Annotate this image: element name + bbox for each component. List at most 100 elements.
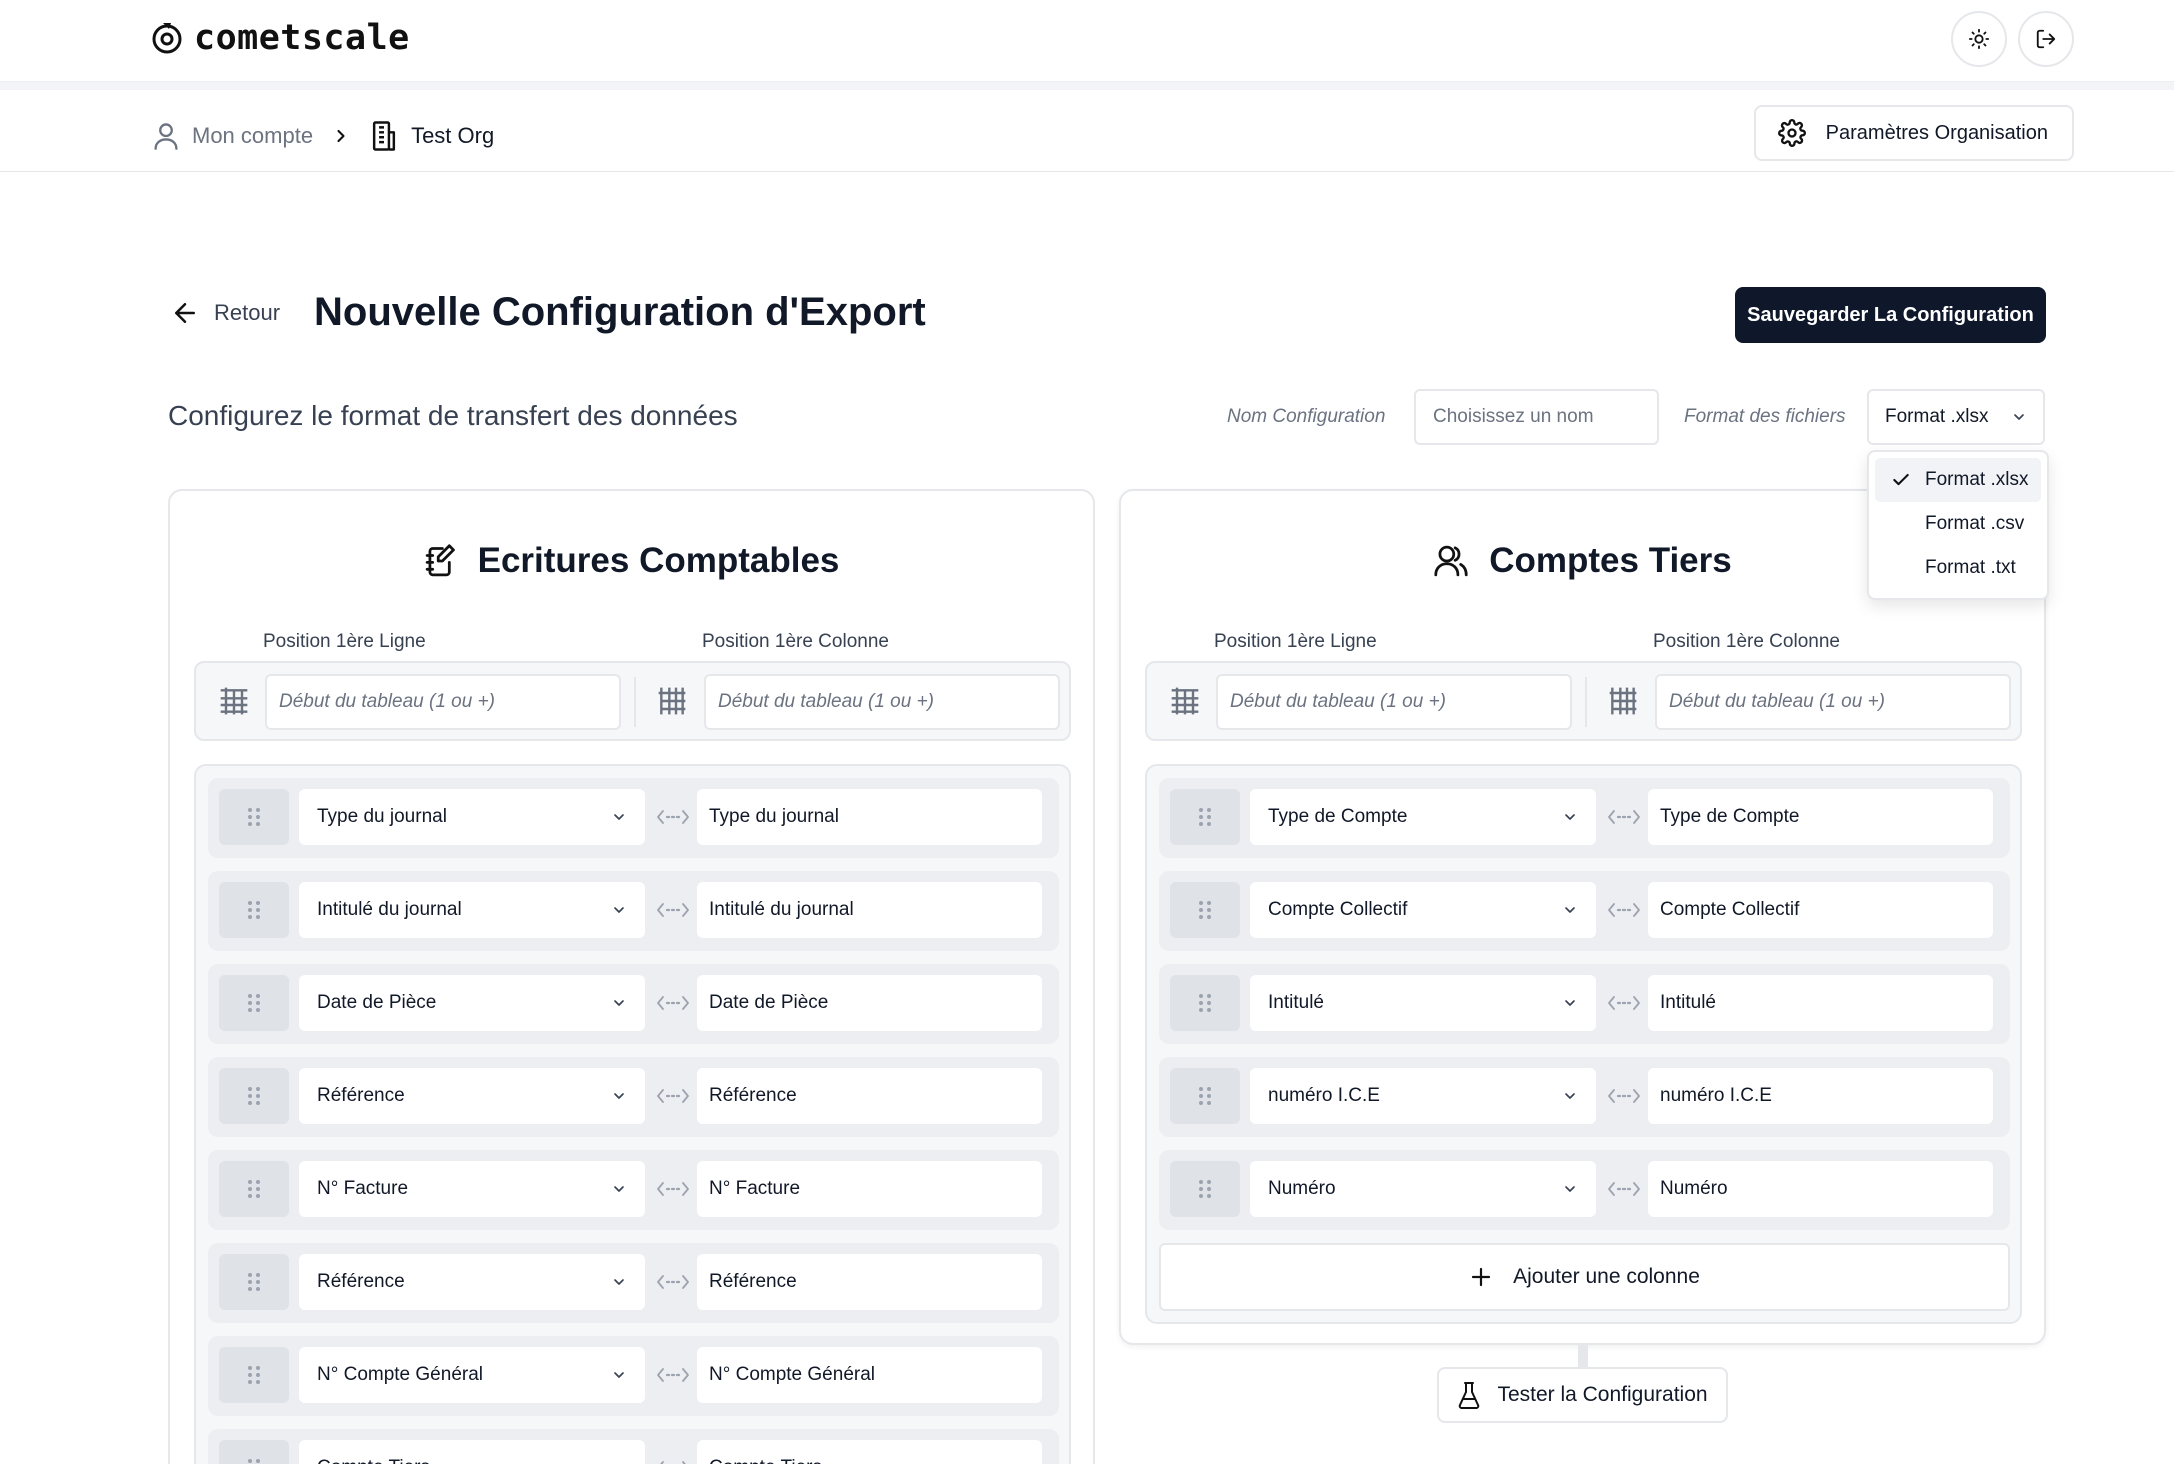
- save-configuration-button[interactable]: Sauvegarder La Configuration: [1735, 287, 2046, 343]
- sun-icon: [1968, 28, 1990, 50]
- chevron-down-icon: [1565, 814, 1575, 820]
- target-column-input[interactable]: Référence: [697, 1068, 1042, 1124]
- first-col-input[interactable]: Début du tableau (1 ou +): [1655, 674, 2011, 730]
- drag-handle[interactable]: [219, 882, 289, 938]
- source-column-select[interactable]: Numéro: [1250, 1161, 1596, 1217]
- breadcrumb: Mon compte Test Org: [152, 120, 494, 152]
- first-col-input[interactable]: Début du tableau (1 ou +): [704, 674, 1060, 730]
- chevron-down-icon: [1565, 907, 1575, 913]
- target-column-input[interactable]: Numéro: [1648, 1161, 1993, 1217]
- source-column-select[interactable]: N° Compte Général: [299, 1347, 645, 1403]
- logout-icon: [2036, 29, 2056, 49]
- source-column-value: Compte Tiers: [317, 1457, 430, 1464]
- source-column-select[interactable]: Référence: [299, 1068, 645, 1124]
- target-column-value: N° Compte Général: [709, 1364, 875, 1385]
- target-column-input[interactable]: Type de Compte: [1648, 789, 1993, 845]
- drag-handle[interactable]: [1170, 975, 1240, 1031]
- drag-handle[interactable]: [1170, 1161, 1240, 1217]
- target-column-input[interactable]: Type du journal: [697, 789, 1042, 845]
- drag-handle[interactable]: [219, 789, 289, 845]
- target-column-input[interactable]: Référence: [697, 1254, 1042, 1310]
- drag-handle[interactable]: [1170, 789, 1240, 845]
- drag-handle[interactable]: [219, 975, 289, 1031]
- top-header: cometscale: [0, 0, 2174, 82]
- source-column-select[interactable]: numéro I.C.E: [1250, 1068, 1596, 1124]
- grip-icon: [1199, 1087, 1211, 1105]
- target-column-input[interactable]: numéro I.C.E: [1648, 1068, 1993, 1124]
- add-column-label: Ajouter une colonne: [1513, 1265, 1700, 1288]
- mapping-row: Type de Compte Type de Compte: [1159, 778, 2010, 858]
- source-column-select[interactable]: N° Facture: [299, 1161, 645, 1217]
- test-configuration-label: Tester la Configuration: [1497, 1383, 1708, 1406]
- card-header: Ecritures Comptables: [170, 541, 1093, 581]
- chevron-down-icon: [2014, 414, 2024, 420]
- config-name-label: Nom Configuration: [1227, 406, 1386, 427]
- theme-toggle-button[interactable]: [1951, 11, 2007, 67]
- format-option-label: Format .csv: [1925, 513, 2025, 534]
- grip-icon: [248, 808, 260, 826]
- back-button[interactable]: Retour: [170, 298, 280, 328]
- target-column-value: Référence: [709, 1085, 797, 1106]
- add-column-button[interactable]: Ajouter une colonne: [1159, 1243, 2010, 1311]
- format-option-xlsx[interactable]: Format .xlsx: [1875, 458, 2041, 502]
- source-column-select[interactable]: Référence: [299, 1254, 645, 1310]
- logo[interactable]: cometscale: [150, 18, 410, 58]
- source-column-select[interactable]: Type de Compte: [1250, 789, 1596, 845]
- source-column-value: Intitulé du journal: [317, 899, 462, 920]
- drag-handle[interactable]: [219, 1068, 289, 1124]
- table-columns-icon: [658, 687, 686, 715]
- source-column-value: N° Compte Général: [317, 1364, 483, 1385]
- target-column-value: Compte Collectif: [1660, 899, 1800, 920]
- test-configuration-button[interactable]: Tester la Configuration: [1437, 1367, 1728, 1423]
- check-icon: [1893, 473, 1909, 486]
- source-column-select[interactable]: Compte Tiers: [299, 1440, 645, 1464]
- chevron-down-icon: [1565, 1186, 1575, 1192]
- format-option-label: Format .txt: [1925, 557, 2016, 578]
- target-column-value: Date de Pièce: [709, 992, 829, 1013]
- target-column-input[interactable]: N° Compte Général: [697, 1347, 1042, 1403]
- breadcrumb-org[interactable]: Test Org: [411, 123, 494, 149]
- format-option-txt[interactable]: Format .txt: [1875, 546, 2041, 590]
- first-col-placeholder: Début du tableau (1 ou +): [1669, 691, 1886, 712]
- mapping-row: Numéro Numéro: [1159, 1150, 2010, 1230]
- target-column-input[interactable]: N° Facture: [697, 1161, 1042, 1217]
- first-row-input[interactable]: Début du tableau (1 ou +): [1216, 674, 1572, 730]
- target-column-value: N° Facture: [709, 1178, 801, 1199]
- source-column-select[interactable]: Intitulé: [1250, 975, 1596, 1031]
- drag-handle[interactable]: [1170, 1068, 1240, 1124]
- file-format-select[interactable]: Format .xlsx: [1867, 389, 2045, 445]
- source-column-select[interactable]: Type du journal: [299, 789, 645, 845]
- target-column-value: Intitulé du journal: [709, 899, 854, 920]
- first-row-input[interactable]: Début du tableau (1 ou +): [265, 674, 621, 730]
- mapping-row: Compte Collectif Compte Collectif: [1159, 871, 2010, 951]
- org-settings-button[interactable]: Paramètres Organisation: [1753, 105, 2074, 161]
- config-name-input[interactable]: Choisissez un nom: [1414, 389, 1659, 445]
- drag-handle[interactable]: [219, 1161, 289, 1217]
- target-column-input[interactable]: Compte Tiers: [697, 1440, 1042, 1464]
- chevron-down-icon: [1565, 1000, 1575, 1006]
- table-rows-icon: [1171, 687, 1199, 715]
- logout-button[interactable]: [2018, 11, 2074, 67]
- source-column-select[interactable]: Date de Pièce: [299, 975, 645, 1031]
- source-column-select[interactable]: Compte Collectif: [1250, 882, 1596, 938]
- chevron-down-icon: [614, 1000, 624, 1006]
- source-column-value: Compte Collectif: [1268, 899, 1408, 920]
- target-column-value: numéro I.C.E: [1660, 1085, 1772, 1106]
- page-subtitle: Configurez le format de transfert des do…: [168, 400, 738, 431]
- drag-handle[interactable]: [219, 1440, 289, 1464]
- drag-handle[interactable]: [219, 1254, 289, 1310]
- target-column-input[interactable]: Date de Pièce: [697, 975, 1042, 1031]
- chevron-down-icon: [614, 1372, 624, 1378]
- drag-handle[interactable]: [1170, 882, 1240, 938]
- drag-handle[interactable]: [219, 1347, 289, 1403]
- mapping-row: Intitulé Intitulé: [1159, 964, 2010, 1044]
- position-box: Début du tableau (1 ou +) Début du table…: [194, 661, 1071, 741]
- target-column-input[interactable]: Intitulé: [1648, 975, 1993, 1031]
- target-column-input[interactable]: Intitulé du journal: [697, 882, 1042, 938]
- source-column-select[interactable]: Intitulé du journal: [299, 882, 645, 938]
- format-option-csv[interactable]: Format .csv: [1875, 502, 2041, 546]
- target-column-input[interactable]: Compte Collectif: [1648, 882, 1993, 938]
- breadcrumb-account-link[interactable]: Mon compte: [192, 123, 313, 149]
- format-option-label: Format .xlsx: [1925, 469, 2029, 490]
- swap-arrows-icon: [657, 1089, 689, 1103]
